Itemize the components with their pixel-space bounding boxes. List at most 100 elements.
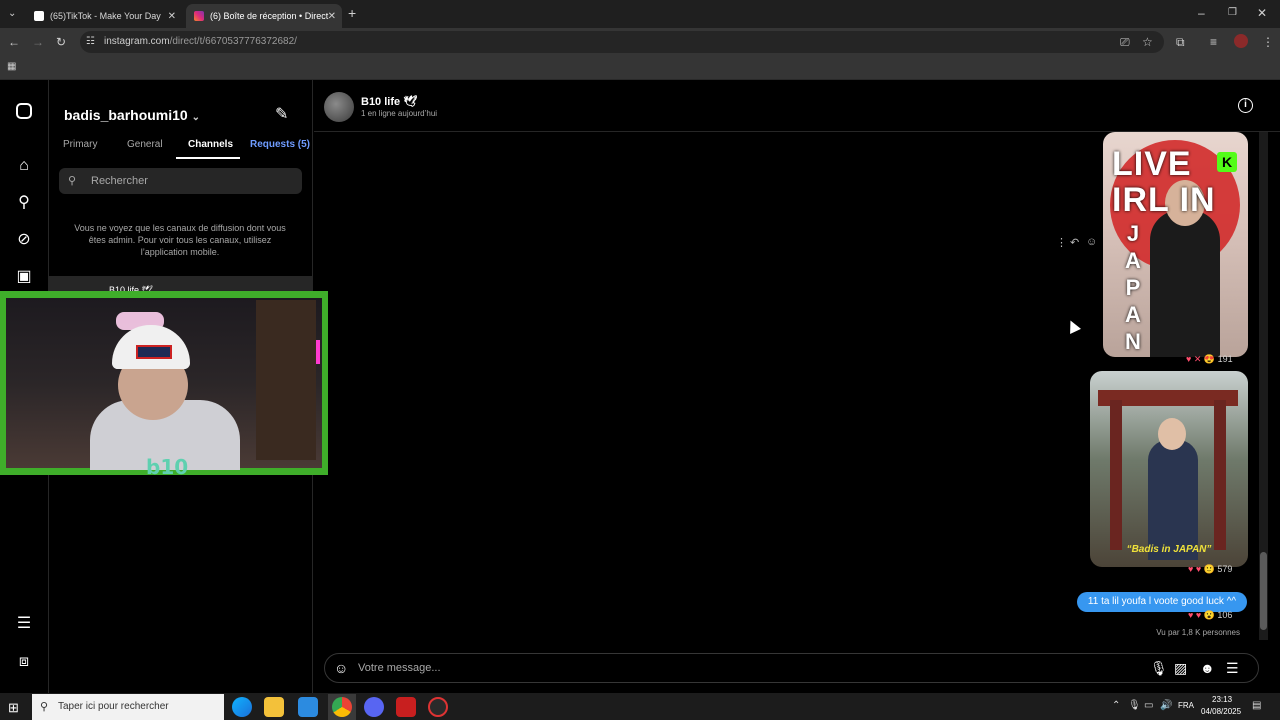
instagram-logo-icon[interactable] [16,103,32,119]
menu-icon[interactable]: ⋮ [1262,35,1274,49]
kick-logo-icon: K [1217,152,1237,172]
conversation-title[interactable]: B10 life 🕊 [361,95,417,108]
scrollbar-thumb[interactable] [1260,552,1267,630]
url-path: /direct/t/6670537776372682/ [169,36,297,47]
chrome-icon[interactable] [332,697,352,717]
close-icon[interactable]: ✕ [168,11,176,22]
explore-icon[interactable]: ⊘ [14,230,34,250]
close-icon[interactable]: ✕ [328,11,336,22]
stream-app-icon[interactable] [396,697,416,717]
profile-avatar[interactable] [1234,34,1248,48]
compose-icon[interactable]: ✎ [275,104,288,124]
clock-time[interactable]: 23:13 [1212,695,1232,704]
reaction-emojis: ♥ ♥ 😮 [1188,610,1215,620]
network-icon[interactable]: ▭ [1144,700,1153,711]
more-actions-icon[interactable]: ☰ [1226,660,1239,677]
url-text[interactable]: instagram.com/direct/t/6670537776372682/ [104,36,297,47]
back-icon[interactable]: ← [8,35,20,49]
obs-icon[interactable] [428,697,448,717]
image-person [1148,440,1198,560]
tray-chevron-icon[interactable]: ⌃ [1112,700,1120,711]
windows-start-icon[interactable]: ⊞ [8,700,19,716]
active-tab-indicator [176,157,240,159]
more-options-icon[interactable]: ⋮ [1056,236,1067,249]
tab-primary[interactable]: Primary [63,139,97,150]
vertical-letter: J [1126,221,1140,246]
dove-icon: 🕊 [403,96,418,108]
image-overlay-text: LIVE IRL IN [1112,146,1216,218]
conversation-avatar[interactable] [324,92,354,122]
install-app-icon[interactable]: ⎚ [1120,35,1130,49]
online-status: 1 en ligne aujourd’hui [361,109,438,118]
torii-gate-post [1110,400,1122,550]
webcam-background-shelf [256,300,316,460]
reaction-emojis: ♥ ✕ 😍 [1186,354,1216,364]
language-indicator[interactable]: FRA [1178,701,1194,710]
image-upload-icon[interactable]: ▨ [1174,660,1187,677]
meta-icon[interactable]: ⧈ [14,652,34,672]
tab-title: (65)TikTok - Make Your Day [50,11,161,21]
sticker-icon[interactable]: ☻ [1200,660,1215,676]
reaction-count: 191 [1217,354,1233,364]
vertical-letter: N [1125,329,1141,354]
emoji-icon[interactable]: ☺ [334,660,348,676]
message-composer[interactable] [324,653,1259,683]
reply-icon[interactable]: ↶ [1070,236,1079,249]
reactions-bar[interactable]: ♥ ✕ 😍 191 [1186,354,1233,368]
more-menu-icon[interactable]: ☰ [14,614,34,634]
microphone-icon[interactable]: 🎙 [1150,660,1168,677]
discord-icon[interactable] [364,697,384,717]
store-icon[interactable] [298,697,318,717]
tab-requests[interactable]: Requests (5) [250,139,310,150]
message-bubble[interactable]: 11 ta lil youfa l voote good luck ^^ [1077,592,1247,612]
reaction-emojis: ♥ ♥ 🙂 [1188,564,1215,574]
minimize-icon[interactable]: – [1198,6,1205,20]
forward-icon[interactable]: → [32,35,44,49]
conversation-header [314,80,1280,132]
image-face [1158,418,1186,450]
volume-icon[interactable]: 🔊 [1160,700,1172,711]
account-switcher[interactable]: badis_barhoumi10 ⌄ [64,107,200,123]
file-explorer-icon[interactable] [264,697,284,717]
vertical-letter: P [1125,275,1141,300]
react-icon[interactable]: ☺ [1086,236,1097,248]
reels-icon[interactable]: ▣ [14,267,34,287]
url-host: instagram.com [104,36,170,47]
home-icon[interactable]: ⌂ [14,156,34,176]
tab-channels[interactable]: Channels [188,139,233,150]
notifications-icon[interactable]: ▤ [1252,700,1261,711]
new-tab-icon[interactable]: + [348,6,356,20]
restore-icon[interactable]: ❐ [1228,6,1237,20]
browser-tab-instagram[interactable]: (6) Boîte de réception • Direct ✕ [186,4,342,28]
vertical-letter: A [1125,248,1141,273]
media-icon[interactable]: ≡ [1210,35,1217,49]
username: badis_barhoumi10 [64,107,188,123]
microphone-tray-icon[interactable]: 🎙 [1128,700,1141,711]
search-icon: ⚲ [68,175,77,187]
info-icon[interactable]: i [1238,98,1253,113]
image-person [1150,210,1220,357]
channel-list-item[interactable] [49,276,313,292]
clock-date[interactable]: 04/08/2025 [1201,707,1241,716]
edge-icon[interactable] [232,697,252,717]
reload-icon[interactable]: ↻ [56,35,66,49]
browser-tab-tiktok[interactable]: (65)TikTok - Make Your Day ✕ [26,4,182,28]
window-close-icon[interactable]: ✕ [1257,6,1267,20]
tiktok-icon [34,11,44,21]
apps-grid-icon[interactable]: ▦ [7,60,16,74]
search-icon: ⚲ [40,701,49,713]
reactions-bar[interactable]: ♥ ♥ 🙂 579 [1188,564,1232,578]
taskbar-search-placeholder: Taper ici pour rechercher [58,701,169,712]
message-input[interactable]: Votre message... [358,662,441,674]
image-caption: “Badis in JAPAN” [1126,544,1212,555]
bookmark-star-icon[interactable]: ☆ [1142,35,1153,49]
chevron-down-icon: ⌄ [191,112,200,123]
image-vertical-text: JAPAN [1124,220,1142,355]
conversation-name: B10 life [361,96,401,108]
extensions-icon[interactable]: ⧉ [1176,35,1185,49]
tab-general[interactable]: General [127,139,163,150]
reactions-bar[interactable]: ♥ ♥ 😮 106 [1188,610,1232,624]
tab-search-icon[interactable]: ⌄ [8,7,16,21]
search-icon[interactable]: ⚲ [14,193,34,213]
site-info-icon[interactable]: ☷ [86,35,95,49]
